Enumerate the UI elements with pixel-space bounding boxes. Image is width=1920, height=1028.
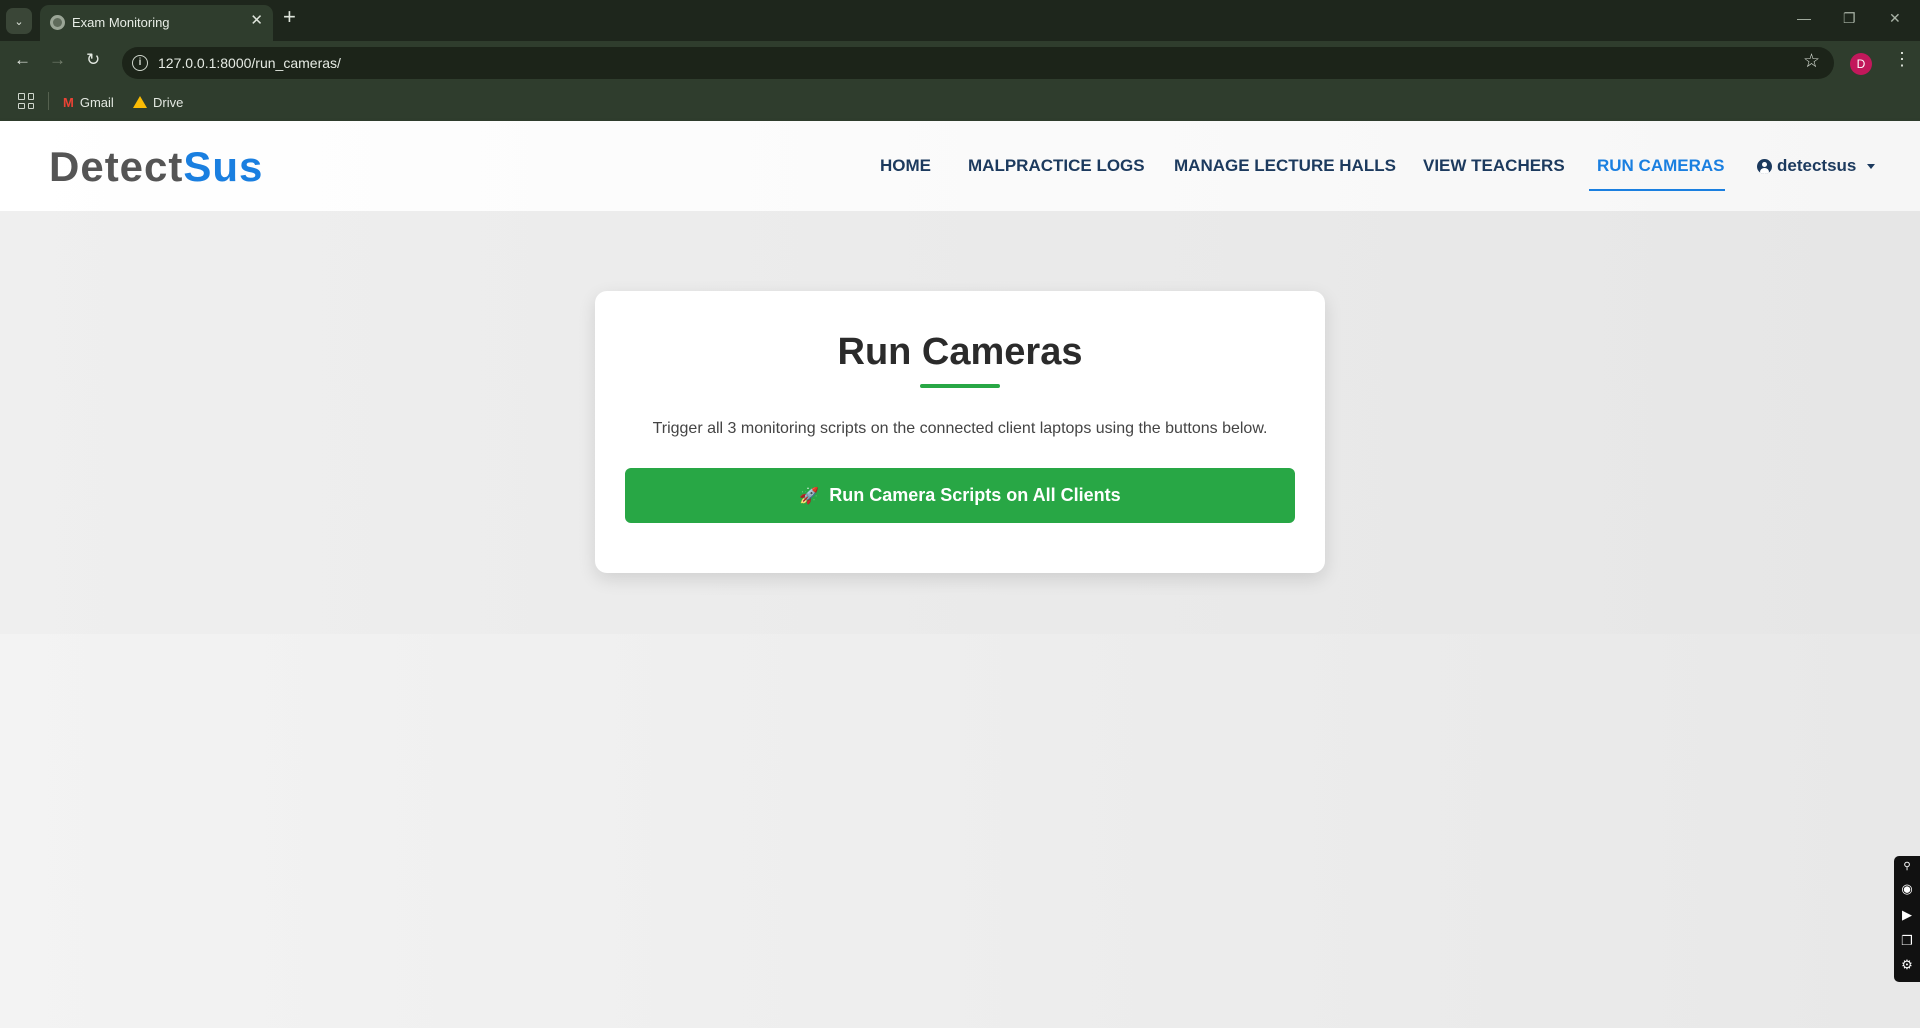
tab-bar: ⌄ Exam Monitoring ✕ + — ❐ ✕: [0, 0, 1920, 41]
bookmark-separator: [48, 92, 49, 110]
bookmark-star-icon[interactable]: ☆: [1803, 52, 1820, 71]
run-camera-scripts-button[interactable]: 🚀 Run Camera Scripts on All Clients: [625, 468, 1295, 523]
card-description: Trigger all 3 monitoring scripts on the …: [652, 420, 1268, 437]
capture-toolbar: ⚲ ◉ ▶ ❐ ⚙: [1894, 856, 1920, 982]
gmail-icon: M: [63, 94, 74, 110]
username: detectsus: [1777, 156, 1857, 175]
bookmarks-bar: M Gmail Drive: [0, 86, 1920, 116]
bookmark-drive[interactable]: Drive: [133, 92, 183, 112]
site-header: DetectSus HOME MALPRACTICE LOGS MANAGE L…: [0, 121, 1920, 211]
user-dropdown[interactable]: detectsus: [1757, 156, 1876, 176]
bookmark-label: Gmail: [79, 94, 114, 110]
settings-icon[interactable]: ⚙: [1898, 958, 1916, 972]
url-text[interactable]: 127.0.0.1:8000/run_cameras/: [158, 55, 341, 71]
restore-button[interactable]: ❐: [1843, 10, 1856, 27]
nav-manage-lecture-halls[interactable]: MANAGE LECTURE HALLS: [1174, 156, 1396, 176]
profile-avatar[interactable]: D: [1850, 53, 1872, 75]
nav-malpractice-logs[interactable]: MALPRACTICE LOGS: [968, 156, 1145, 176]
page-title: Run Cameras: [837, 331, 1083, 373]
site-info-icon[interactable]: i: [132, 55, 148, 71]
close-window-button[interactable]: ✕: [1889, 10, 1901, 27]
bookmark-label: Drive: [153, 94, 184, 110]
close-tab-icon[interactable]: ✕: [250, 13, 263, 28]
nav-run-cameras[interactable]: RUN CAMERAS: [1597, 156, 1725, 176]
browser-chrome: ⌄ Exam Monitoring ✕ + — ❐ ✕ ← → ↻ i 127.…: [0, 0, 1920, 121]
logo-text-sus: Sus: [183, 143, 264, 190]
camera-icon[interactable]: ◉: [1898, 882, 1916, 896]
link-icon[interactable]: ⚲: [1898, 860, 1916, 874]
rocket-icon: 🚀: [799, 487, 820, 505]
tab-title: Exam Monitoring: [72, 15, 170, 30]
browser-menu-icon[interactable]: ⋮: [1893, 50, 1911, 68]
minimize-button[interactable]: —: [1797, 10, 1811, 26]
apps-grid-icon[interactable]: [18, 93, 34, 109]
globe-icon: [50, 15, 65, 30]
run-cameras-card: Run Cameras Trigger all 3 monitoring scr…: [595, 291, 1325, 573]
site-logo[interactable]: DetectSus: [49, 143, 263, 191]
back-icon[interactable]: ←: [14, 51, 31, 68]
logo-text-detect: Detect: [49, 143, 184, 190]
caret-down-icon: [1867, 163, 1876, 169]
window-icon[interactable]: ❐: [1898, 934, 1916, 948]
nav-view-teachers[interactable]: VIEW TEACHERS: [1423, 156, 1565, 176]
drive-icon: [133, 96, 147, 108]
video-icon[interactable]: ▶: [1898, 908, 1916, 922]
user-circle-icon: [1757, 158, 1772, 174]
reload-icon[interactable]: ↻: [86, 51, 100, 68]
nav-home[interactable]: HOME: [880, 156, 931, 176]
forward-icon[interactable]: →: [49, 51, 66, 68]
bookmark-gmail[interactable]: M Gmail: [63, 92, 114, 112]
tab-search-icon[interactable]: ⌄: [6, 8, 32, 34]
run-button-label: Run Camera Scripts on All Clients: [829, 485, 1121, 505]
footer-background: [0, 634, 1920, 1028]
active-nav-underline: [1589, 189, 1725, 191]
title-underline: [920, 384, 1000, 388]
address-bar[interactable]: i 127.0.0.1:8000/run_cameras/ ☆: [122, 47, 1834, 79]
new-tab-button[interactable]: +: [283, 6, 296, 28]
browser-tab[interactable]: Exam Monitoring ✕: [40, 5, 273, 41]
